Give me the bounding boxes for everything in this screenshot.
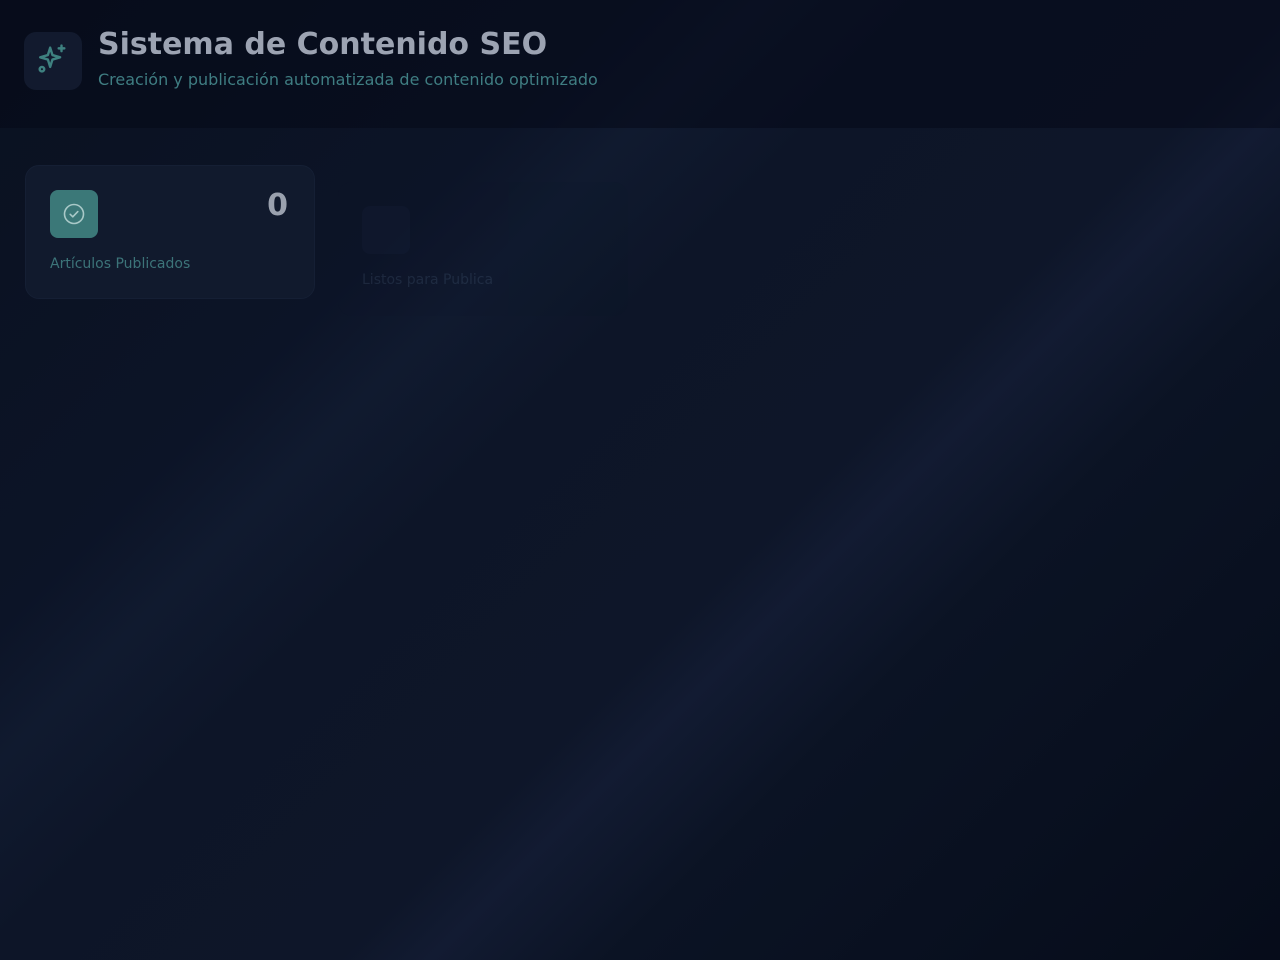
app-logo (24, 32, 82, 90)
app-header: Sistema de Contenido SEO Creación y publ… (0, 0, 1280, 128)
page-title: Sistema de Contenido SEO (98, 27, 548, 62)
clock-icon (362, 206, 410, 254)
stat-card-published: 0 Artículos Publicados (25, 165, 315, 299)
stat-value-published: 0 (267, 188, 288, 223)
stat-card-ready: Listos para Publicar (338, 182, 628, 316)
stat-label-ready: Listos para Publicar (362, 272, 492, 288)
stat-label-published: Artículos Publicados (50, 256, 191, 272)
check-circle-icon (50, 190, 98, 238)
sparkles-icon (36, 42, 70, 80)
page-subtitle: Creación y publicación automatizada de c… (98, 70, 598, 89)
